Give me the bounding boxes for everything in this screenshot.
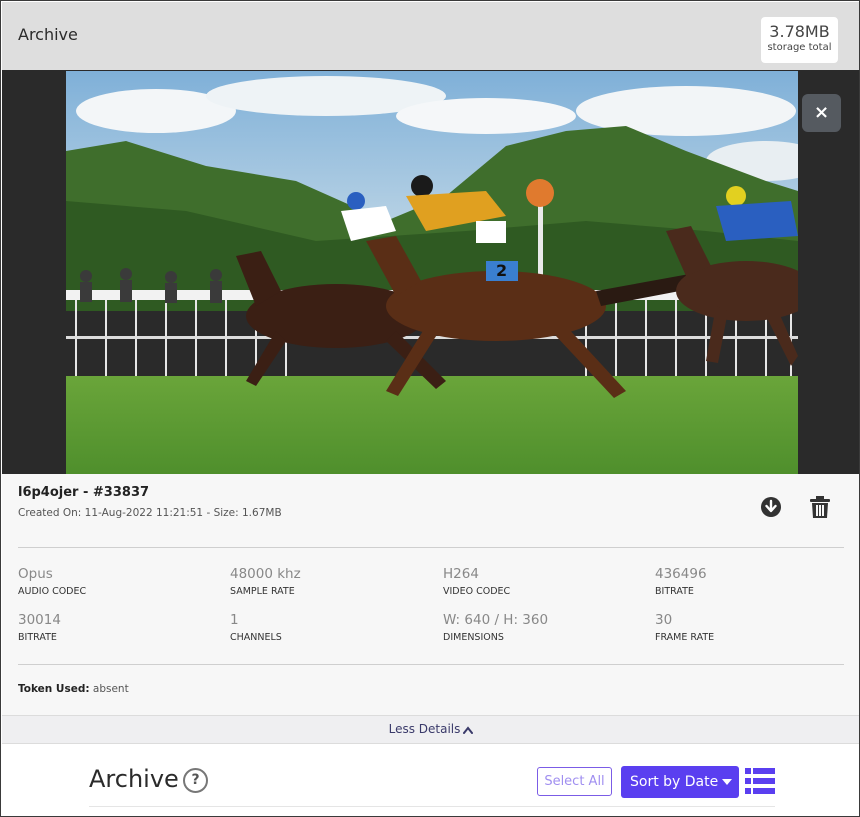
details-divider-top: [18, 547, 844, 548]
spec-label: BITRATE: [655, 586, 694, 597]
spec-value: 48000 khz: [230, 566, 301, 582]
chevron-up-icon: [463, 726, 474, 734]
header-title: Archive: [18, 25, 78, 44]
delete-button[interactable]: [809, 495, 831, 519]
media-viewer: 2 ×: [2, 70, 859, 474]
storage-value: 3.78MB: [769, 22, 830, 41]
app-frame: Archive 3.78MB storage total 2 × l6p4oje…: [0, 0, 860, 817]
storage-label: storage total: [767, 42, 832, 53]
spec-label: DIMENSIONS: [443, 632, 504, 643]
close-icon: ×: [813, 102, 830, 123]
trash-icon: [810, 496, 830, 518]
token-label: Token Used:: [18, 683, 90, 695]
download-button[interactable]: [760, 496, 782, 518]
spec-value: Opus: [18, 566, 53, 582]
spec-value: W: 640 / H: 360: [443, 612, 549, 628]
svg-text:2: 2: [496, 261, 507, 280]
spec-label: CHANNELS: [230, 632, 282, 643]
spec-video-bitrate: 436496 BITRATE: [655, 566, 707, 597]
spec-value: 1: [230, 612, 239, 628]
spec-sample-rate: 48000 khz SAMPLE RATE: [230, 566, 301, 597]
spec-value: 436496: [655, 566, 707, 582]
spec-video-codec: H264 VIDEO CODEC: [443, 566, 510, 597]
spec-value: 30: [655, 612, 673, 628]
archive-title: Archive: [89, 765, 179, 793]
spec-frame-rate: 30 FRAME RATE: [655, 612, 714, 643]
token-used: Token Used: absent: [18, 683, 129, 695]
sort-label: Sort by Date: [630, 774, 719, 790]
file-name: l6p4ojer - #33837: [18, 485, 150, 500]
less-details-button[interactable]: Less Details: [389, 722, 474, 736]
spec-value: 30014: [18, 612, 61, 628]
help-icon[interactable]: ?: [183, 768, 208, 793]
spec-label: BITRATE: [18, 632, 57, 643]
horse-race-illustration: 2: [66, 71, 798, 474]
file-details-panel: l6p4ojer - #33837 Created On: 11-Aug-202…: [2, 474, 859, 715]
token-value: absent: [92, 683, 129, 695]
spec-dimensions: W: 640 / H: 360 DIMENSIONS: [443, 612, 548, 643]
close-viewer-button[interactable]: ×: [802, 94, 841, 132]
spec-channels: 1 CHANNELS: [230, 612, 282, 643]
download-circle-icon: [761, 497, 781, 517]
spec-label: VIDEO CODEC: [443, 586, 511, 597]
archive-section-header: Archive ? Select All Sort by Date: [2, 744, 859, 816]
spec-label: FRAME RATE: [655, 632, 715, 643]
less-details-label: Less Details: [388, 722, 461, 736]
list-view-toggle[interactable]: [745, 768, 775, 794]
section-divider: [89, 806, 775, 807]
list-view-icon: [745, 768, 775, 794]
caret-down-icon: [722, 779, 733, 785]
file-created-meta: Created On: 11-Aug-2022 11:21:51 - Size:…: [18, 507, 282, 519]
select-all-button[interactable]: Select All: [537, 767, 612, 796]
spec-label: AUDIO CODEC: [18, 586, 87, 597]
sort-by-date-button[interactable]: Sort by Date: [621, 766, 739, 798]
spec-audio-codec: Opus AUDIO CODEC: [18, 566, 86, 597]
media-preview-image[interactable]: 2: [66, 71, 798, 474]
spec-value: H264: [443, 566, 479, 582]
spec-audio-bitrate: 30014 BITRATE: [18, 612, 61, 643]
top-header: Archive 3.78MB storage total: [2, 2, 859, 70]
storage-summary: 3.78MB storage total: [761, 17, 838, 63]
details-toggle-bar: Less Details: [2, 715, 859, 744]
details-divider-bottom: [18, 664, 844, 665]
spec-label: SAMPLE RATE: [230, 586, 295, 597]
